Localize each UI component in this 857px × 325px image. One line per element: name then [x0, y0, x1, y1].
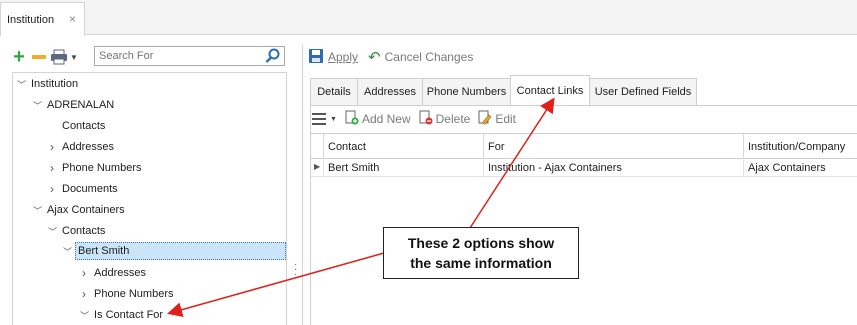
- delete-button[interactable]: Delete: [419, 110, 471, 128]
- tree-node-label: Addresses: [62, 141, 114, 153]
- action-bar: Apply ↶ Cancel Changes: [308, 46, 477, 68]
- chevron-right-icon[interactable]: ›: [50, 161, 54, 175]
- callout-line-2: the same information: [410, 255, 552, 271]
- table-row[interactable]: ▶ Bert Smith Institution - Ajax Containe…: [311, 160, 857, 177]
- tree-node-label: Phone Numbers: [62, 162, 142, 174]
- column-header-label: For: [488, 140, 505, 153]
- edit-label: Edit: [495, 112, 517, 126]
- printer-icon[interactable]: [50, 48, 68, 66]
- chevron-down-icon[interactable]: ﹀: [33, 204, 42, 217]
- apply-button[interactable]: Apply: [328, 50, 358, 64]
- tree-node-label: Is Contact For: [94, 309, 164, 321]
- delete-doc-icon: [419, 110, 433, 128]
- tree-node-addresses[interactable]: › Addresses: [82, 264, 146, 282]
- tree-node-contacts[interactable]: Contacts: [62, 117, 105, 135]
- tree-node-documents[interactable]: › Documents: [50, 180, 118, 198]
- cell-text: Institution - Ajax Containers: [488, 162, 622, 174]
- chevron-down-icon[interactable]: ﹀: [80, 309, 89, 322]
- tree-node-contacts[interactable]: ﹀ Contacts: [48, 222, 106, 240]
- column-header-label: Institution/Company: [748, 140, 846, 153]
- tree-node-label: Addresses: [94, 267, 146, 279]
- edit-doc-icon: [478, 110, 492, 128]
- tab-addresses[interactable]: Addresses: [357, 78, 423, 106]
- cell-text: Bert Smith: [328, 162, 380, 174]
- close-icon[interactable]: ×: [69, 12, 76, 26]
- edit-button[interactable]: Edit: [478, 110, 516, 128]
- annotation-callout: These 2 options show the same informatio…: [383, 227, 579, 279]
- tab-label: Addresses: [364, 86, 416, 98]
- tree-node-institution[interactable]: ﹀ Institution: [17, 75, 79, 93]
- chevron-right-icon[interactable]: ›: [82, 266, 86, 280]
- tree-node-label: Phone Numbers: [94, 288, 174, 300]
- tree-node-label: Ajax Containers: [47, 204, 125, 216]
- chevron-down-icon[interactable]: ﹀: [63, 245, 72, 258]
- institution-tree: ﹀ Institution ﹀ ADRENALAN Contacts › Add…: [12, 72, 287, 325]
- splitter-handle[interactable]: · · ·: [294, 260, 298, 280]
- plus-icon[interactable]: +: [10, 47, 28, 67]
- chevron-right-icon[interactable]: ›: [50, 182, 54, 196]
- tab-label: Details: [317, 86, 351, 98]
- tree-node-label: Documents: [62, 183, 118, 195]
- panel-divider: [302, 45, 303, 325]
- search-input[interactable]: [94, 46, 285, 66]
- document-tab-institution[interactable]: Institution ×: [0, 2, 85, 36]
- callout-line-1: These 2 options show: [407, 235, 555, 251]
- chevron-down-icon[interactable]: ﹀: [33, 99, 42, 112]
- tree-node-adrenalan[interactable]: ﹀ ADRENALAN: [33, 96, 115, 114]
- tab-phone-numbers[interactable]: Phone Numbers: [422, 78, 511, 106]
- tree-node-ajax-containers[interactable]: ﹀ Ajax Containers: [33, 201, 125, 219]
- tab-label: User Defined Fields: [594, 86, 692, 98]
- column-header-contact[interactable]: Contact: [323, 134, 496, 159]
- chevron-down-icon[interactable]: ▼: [70, 53, 78, 62]
- document-tab-strip: [0, 0, 857, 35]
- undo-icon: ↶: [368, 49, 381, 66]
- table-cell[interactable]: Ajax Containers: [743, 160, 857, 176]
- tab-label: Phone Numbers: [426, 86, 507, 98]
- row-indicator-icon: ▶: [314, 162, 321, 171]
- tree-node-phone-numbers[interactable]: › Phone Numbers: [50, 159, 142, 177]
- column-header-for[interactable]: For: [483, 134, 743, 159]
- tree-node-label: Bert Smith: [78, 245, 130, 257]
- minus-icon[interactable]: [30, 48, 48, 66]
- detail-tabs: Details Addresses Phone Numbers Contact …: [310, 75, 857, 107]
- table-cell[interactable]: Bert Smith: [323, 160, 483, 176]
- chevron-right-icon[interactable]: ›: [82, 287, 86, 301]
- chevron-right-icon[interactable]: ›: [50, 140, 54, 154]
- save-icon: [308, 48, 324, 67]
- magnifier-icon[interactable]: [265, 48, 281, 64]
- document-tab-label: Institution: [7, 13, 55, 26]
- tree-node-phone-numbers[interactable]: › Phone Numbers: [82, 285, 174, 303]
- tree-node-bert-smith[interactable]: ﹀ Bert Smith: [63, 242, 286, 260]
- column-header-institution-company[interactable]: Institution/Company: [743, 134, 857, 159]
- tree-node-is-contact-for[interactable]: ﹀ Is Contact For: [80, 306, 164, 324]
- chevron-down-icon: ▼: [330, 115, 337, 123]
- grid-header: Contact For Institution/Company: [311, 133, 857, 159]
- add-new-label: Add New: [361, 112, 411, 126]
- chevron-down-icon[interactable]: ﹀: [17, 78, 26, 91]
- add-doc-icon: [345, 110, 359, 128]
- chevron-down-icon[interactable]: ﹀: [48, 225, 57, 238]
- cancel-changes-button[interactable]: Cancel Changes: [385, 50, 474, 64]
- grid-menu-button[interactable]: ▼: [312, 113, 337, 125]
- tab-user-defined-fields[interactable]: User Defined Fields: [589, 78, 697, 106]
- menu-icon: [312, 113, 326, 125]
- delete-label: Delete: [435, 112, 471, 126]
- tab-details[interactable]: Details: [310, 78, 358, 106]
- tree-node-label: Institution: [31, 78, 79, 90]
- tree-node-label: Contacts: [62, 225, 106, 237]
- tree-node-addresses[interactable]: › Addresses: [50, 138, 114, 156]
- tab-label: Contact Links: [516, 85, 584, 97]
- tree-node-label: ADRENALAN: [47, 99, 115, 111]
- tree-node-label: Contacts: [62, 120, 106, 132]
- column-header-label: Contact: [328, 140, 366, 153]
- cell-text: Ajax Containers: [748, 162, 826, 174]
- grid-toolbar: ▼ Add New Delete Edit: [312, 108, 524, 130]
- table-cell[interactable]: Institution - Ajax Containers: [483, 160, 743, 176]
- tab-contact-links[interactable]: Contact Links: [510, 75, 590, 107]
- add-new-button[interactable]: Add New: [345, 110, 411, 128]
